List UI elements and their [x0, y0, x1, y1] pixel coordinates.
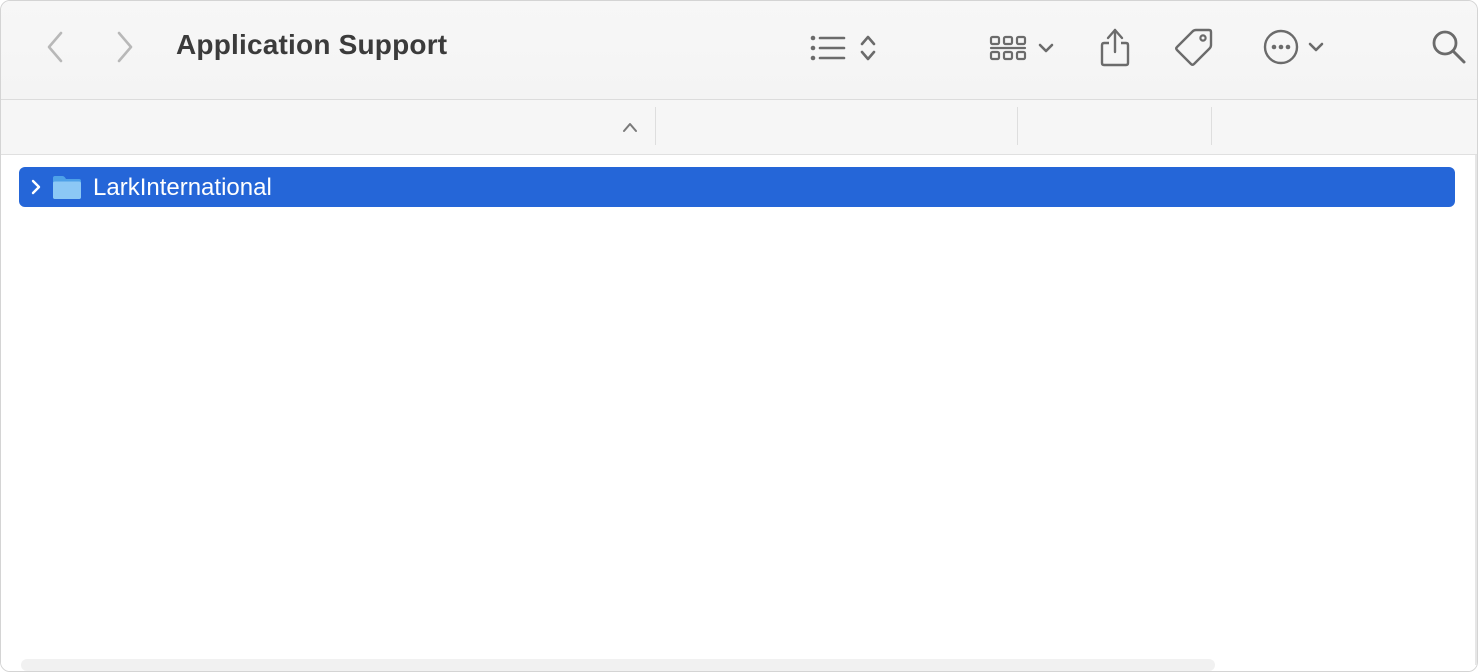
- window-title: Application Support: [176, 29, 448, 60]
- tag-button[interactable]: [1171, 25, 1217, 69]
- chevron-down-icon: [1038, 42, 1054, 54]
- disclosure-triangle-icon[interactable]: [29, 178, 43, 201]
- chevron-up-icon: [621, 120, 639, 138]
- grid-icon: [988, 32, 1028, 64]
- list-item[interactable]: LarkInternational: [19, 167, 1455, 207]
- column-header-date[interactable]: [656, 100, 1017, 154]
- back-button[interactable]: [37, 27, 73, 67]
- vertical-scroll-track[interactable]: [1475, 155, 1477, 665]
- column-header-kind[interactable]: [1212, 100, 1477, 154]
- column-header-size[interactable]: [1018, 100, 1211, 154]
- forward-button[interactable]: [107, 27, 143, 67]
- column-header: [1, 100, 1477, 155]
- search-icon: [1431, 29, 1467, 65]
- finder-window: Application Support LarkInternational: [0, 0, 1478, 672]
- horizontal-scrollbar[interactable]: [21, 659, 1215, 671]
- view-options-button[interactable]: [801, 27, 885, 69]
- more-actions-button[interactable]: [1253, 25, 1333, 69]
- group-button[interactable]: [979, 27, 1063, 69]
- up-down-chevron-icon: [859, 33, 877, 63]
- chevron-down-icon: [1308, 41, 1324, 53]
- share-button[interactable]: [1093, 23, 1137, 71]
- file-list[interactable]: LarkInternational: [1, 155, 1477, 671]
- chevron-right-icon: [114, 30, 136, 64]
- chevron-left-icon: [44, 30, 66, 64]
- ellipsis-circle-icon: [1262, 28, 1300, 66]
- file-name: LarkInternational: [93, 174, 272, 201]
- search-button[interactable]: [1427, 25, 1471, 69]
- share-icon: [1098, 26, 1132, 68]
- list-icon: [809, 33, 847, 63]
- toolbar: Application Support: [1, 1, 1477, 100]
- folder-icon: [52, 174, 82, 205]
- column-header-name[interactable]: [1, 100, 655, 154]
- tag-icon: [1173, 26, 1215, 68]
